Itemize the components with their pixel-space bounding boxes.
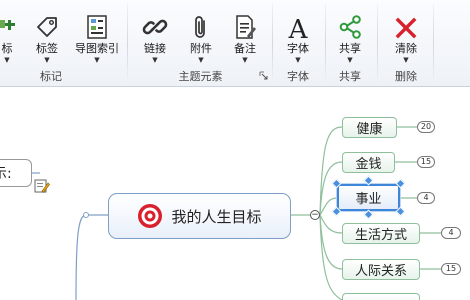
marker-label: 标 <box>1 42 13 55</box>
group-label-share: 共享 <box>339 70 361 83</box>
subtopic-relationships[interactable]: 人际关系 <box>342 259 420 280</box>
link-button[interactable]: 链接 ▼ <box>138 0 172 66</box>
subtopic-label: 健康 <box>356 122 383 137</box>
subtopic-money[interactable]: 金钱 <box>342 152 395 173</box>
chevron-down-icon: ▼ <box>94 56 100 64</box>
clear-label: 清除 <box>395 42 417 55</box>
index-icon <box>85 0 109 40</box>
central-topic[interactable]: 我的人生目标 <box>108 193 291 239</box>
paperclip-icon <box>190 0 212 40</box>
svg-text:A: A <box>288 15 309 40</box>
share-label: 共享 <box>339 42 361 55</box>
map-index-label: 导图索引 <box>75 42 119 55</box>
dialog-launcher-icon[interactable] <box>259 71 268 80</box>
marker-button[interactable]: 标 ▼ <box>0 0 20 66</box>
note-button[interactable]: 备注 ▼ <box>229 0 261 66</box>
count-badge: 4 <box>441 227 461 239</box>
chevron-down-icon: ▼ <box>242 56 248 64</box>
subtopic-health[interactable]: 健康 <box>342 117 397 138</box>
central-topic-text: 我的人生目标 <box>171 207 262 226</box>
link-label: 链接 <box>144 42 166 55</box>
font-label: 字体 <box>287 42 309 55</box>
clear-x-icon <box>395 0 417 40</box>
count-badge: 20 <box>417 121 435 133</box>
chevron-down-icon: ▼ <box>44 56 50 64</box>
ribbon-toolbar: 标 ▼ 标签 ▼ 导图索引 ▼ 链接 ▼ 附件 ▼ 备注 ▼ 主题元素 A 字体… <box>0 0 470 87</box>
subtopic-partial[interactable] <box>342 293 420 300</box>
subtopic-label: 金钱 <box>355 157 382 172</box>
note-icon <box>233 0 257 40</box>
chevron-down-icon: ▼ <box>403 56 409 64</box>
group-label-marks: 标记 <box>40 70 62 83</box>
tag-button[interactable]: 标签 ▼ <box>30 0 64 66</box>
map-index-button[interactable]: 导图索引 ▼ <box>74 0 120 66</box>
mind-map-canvas[interactable]: 示: 我的人生目标 − 健康 20 金钱 15 事业 4 生活方式 4 <box>0 87 470 300</box>
target-icon <box>138 204 163 228</box>
chevron-down-icon: ▼ <box>198 56 204 64</box>
tag-label: 标签 <box>36 42 58 55</box>
ribbon-separator <box>127 4 128 84</box>
subtopic-label: 人际关系 <box>354 264 407 279</box>
chevron-down-icon: ▼ <box>152 56 158 64</box>
ribbon-separator <box>377 4 378 84</box>
ribbon-separator <box>433 4 434 84</box>
chevron-down-icon: ▼ <box>4 56 10 64</box>
subtopic-label: 生活方式 <box>354 228 407 243</box>
count-badge: 4 <box>417 192 435 204</box>
note-label: 备注 <box>234 42 256 55</box>
marker-icon <box>0 0 19 40</box>
left-topic-text: 示: <box>0 166 12 182</box>
link-icon <box>142 0 168 40</box>
note-pencil-icon[interactable] <box>34 178 50 194</box>
subtopic-career-selected[interactable]: 事业 <box>337 184 400 211</box>
font-icon: A <box>286 0 310 40</box>
group-label-delete: 删除 <box>395 70 417 83</box>
chevron-down-icon: ▼ <box>347 56 353 64</box>
chevron-down-icon: ▼ <box>295 56 301 64</box>
group-label-topic-elements: 主题元素 <box>178 70 223 83</box>
count-badge: 15 <box>441 263 461 275</box>
font-button[interactable]: A 字体 ▼ <box>283 0 313 66</box>
ribbon-separator <box>325 4 326 84</box>
group-label-font: 字体 <box>287 70 309 83</box>
subtopic-label: 事业 <box>355 192 382 207</box>
ribbon-separator <box>272 4 273 84</box>
attachment-button[interactable]: 附件 ▼ <box>185 0 217 66</box>
attachment-label: 附件 <box>190 42 212 55</box>
collapse-toggle[interactable]: − <box>310 210 320 220</box>
clear-button[interactable]: 清除 ▼ <box>390 0 422 66</box>
share-button[interactable]: 共享 ▼ <box>334 0 366 66</box>
left-topic[interactable]: 示: <box>0 159 32 187</box>
subtopic-lifestyle[interactable]: 生活方式 <box>342 223 420 244</box>
tag-icon <box>34 0 60 40</box>
share-icon <box>338 0 362 40</box>
count-badge: 15 <box>417 156 435 168</box>
